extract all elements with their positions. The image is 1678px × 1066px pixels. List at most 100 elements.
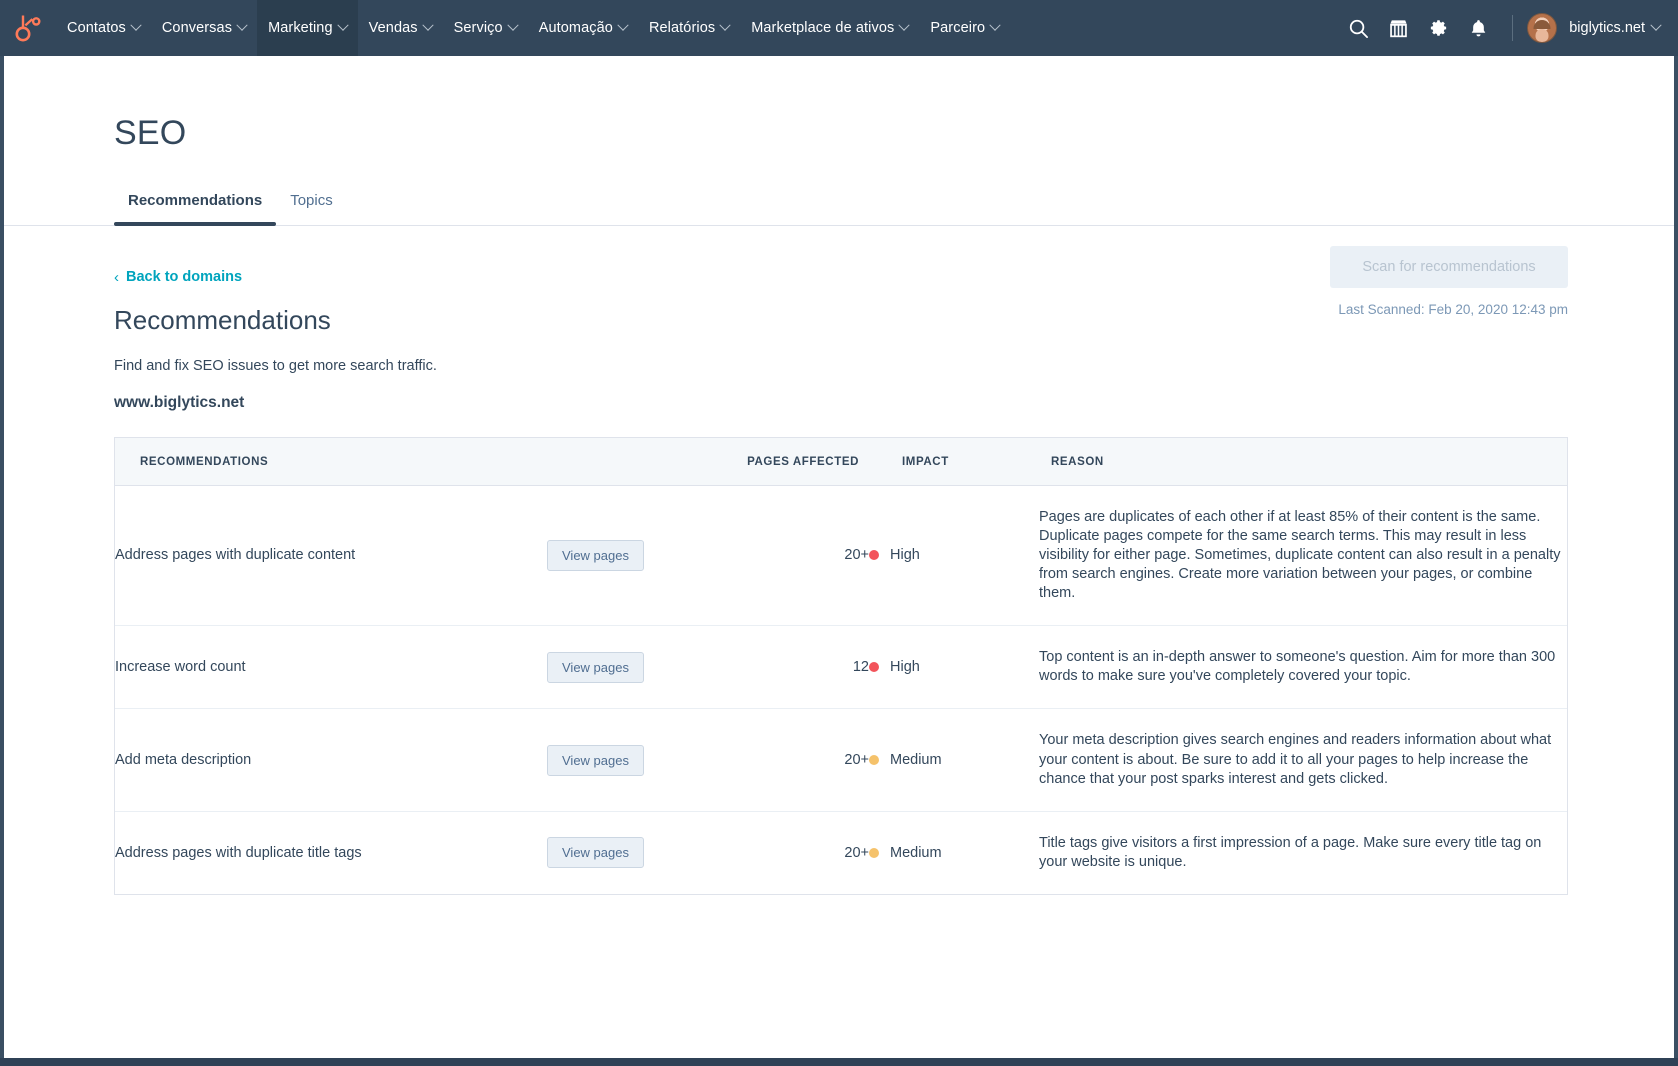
table-row: Increase word count View pages 12 High T…: [115, 626, 1567, 709]
account-name-label: biglytics.net: [1569, 20, 1645, 36]
nav-divider: [1512, 15, 1513, 41]
view-pages-button[interactable]: View pages: [547, 540, 644, 571]
table-row: Address pages with duplicate content Vie…: [115, 485, 1567, 626]
recommendation-name: Address pages with duplicate title tags: [115, 811, 547, 894]
impact-dot-icon: [869, 848, 879, 858]
nav-item-label: Marketplace de ativos: [751, 20, 894, 36]
nav-item-label: Automação: [539, 20, 613, 36]
pages-affected-value: 20+: [739, 709, 869, 811]
nav-item-label: Marketing: [268, 20, 333, 36]
table-row: Address pages with duplicate title tags …: [115, 811, 1567, 894]
impact-cell: High: [869, 485, 1039, 626]
chevron-down-icon: [422, 20, 433, 31]
table-header-row: RECOMMENDATIONS PAGES AFFECTED IMPACT RE…: [115, 438, 1567, 486]
scan-for-recommendations-button[interactable]: Scan for recommendations: [1330, 246, 1568, 288]
window-edge-bottom: [0, 1058, 1678, 1066]
search-icon[interactable]: [1338, 0, 1378, 56]
top-navigation-bar: Contatos Conversas Marketing Vendas Serv…: [0, 0, 1678, 56]
page-header: SEO Recommendations Topics: [0, 56, 1678, 226]
scan-area: Scan for recommendations Last Scanned: F…: [1148, 246, 1568, 317]
nav-item-vendas[interactable]: Vendas: [358, 0, 443, 56]
impact-dot-icon: [869, 755, 879, 765]
chevron-down-icon: [720, 20, 731, 31]
pages-affected-value: 20+: [739, 485, 869, 626]
impact-cell: Medium: [869, 811, 1039, 894]
back-to-domains-link[interactable]: ‹ Back to domains: [114, 269, 242, 285]
nav-utilities: biglytics.net: [1338, 0, 1678, 56]
nav-item-label: Relatórios: [649, 20, 715, 36]
view-pages-button[interactable]: View pages: [547, 745, 644, 776]
chevron-left-icon: ‹: [114, 270, 119, 285]
tab-label: Topics: [290, 192, 333, 209]
gear-icon[interactable]: [1418, 0, 1458, 56]
impact-label: High: [890, 547, 920, 563]
window-edge-left: [0, 56, 4, 1066]
recommendation-name: Add meta description: [115, 709, 547, 811]
recommendation-name: Address pages with duplicate content: [115, 485, 547, 626]
nav-item-marketing[interactable]: Marketing: [257, 0, 358, 56]
chevron-down-icon: [899, 20, 910, 31]
window-edge-right: [1674, 56, 1678, 1066]
view-pages-cell: View pages: [547, 626, 739, 709]
reason-text: Title tags give visitors a first impress…: [1039, 811, 1567, 894]
recommendation-name: Increase word count: [115, 626, 547, 709]
last-scanned-text: Last Scanned: Feb 20, 2020 12:43 pm: [1148, 302, 1568, 317]
nav-item-contatos[interactable]: Contatos: [56, 0, 151, 56]
pages-affected-value: 20+: [739, 811, 869, 894]
view-pages-button[interactable]: View pages: [547, 837, 644, 868]
column-header-impact: IMPACT: [869, 438, 1039, 486]
tab-label: Recommendations: [128, 192, 262, 209]
recommendations-table: RECOMMENDATIONS PAGES AFFECTED IMPACT RE…: [114, 437, 1568, 896]
tab-bar: Recommendations Topics: [0, 183, 1678, 225]
impact-label: High: [890, 659, 920, 675]
reason-text: Pages are duplicates of each other if at…: [1039, 485, 1567, 626]
main-content: Scan for recommendations Last Scanned: F…: [0, 226, 1678, 895]
nav-item-marketplace-de-ativos[interactable]: Marketplace de ativos: [740, 0, 919, 56]
nav-item-parceiro[interactable]: Parceiro: [919, 0, 1010, 56]
column-header-action: [547, 438, 739, 486]
domain-name: www.biglytics.net: [114, 394, 1678, 412]
nav-item-servico[interactable]: Serviço: [443, 0, 528, 56]
reason-text: Your meta description gives search engin…: [1039, 709, 1567, 811]
chevron-down-icon: [507, 20, 518, 31]
nav-item-label: Contatos: [67, 20, 126, 36]
view-pages-button[interactable]: View pages: [547, 652, 644, 683]
app-window: Contatos Conversas Marketing Vendas Serv…: [0, 0, 1678, 1066]
tab-topics[interactable]: Topics: [276, 183, 347, 225]
main-menu: Contatos Conversas Marketing Vendas Serv…: [56, 0, 1010, 56]
nav-item-label: Serviço: [454, 20, 503, 36]
nav-item-conversas[interactable]: Conversas: [151, 0, 257, 56]
nav-item-label: Vendas: [369, 20, 418, 36]
nav-item-automacao[interactable]: Automação: [528, 0, 638, 56]
impact-dot-icon: [869, 662, 879, 672]
impact-label: Medium: [890, 845, 942, 861]
column-header-pages-affected: PAGES AFFECTED: [739, 438, 869, 486]
back-link-label: Back to domains: [126, 269, 242, 285]
marketplace-icon[interactable]: [1378, 0, 1418, 56]
view-pages-cell: View pages: [547, 709, 739, 811]
view-pages-cell: View pages: [547, 811, 739, 894]
table-row: Add meta description View pages 20+ Medi…: [115, 709, 1567, 811]
nav-item-label: Parceiro: [930, 20, 985, 36]
chevron-down-icon: [990, 20, 1001, 31]
page-title: SEO: [0, 56, 1678, 153]
chevron-down-icon: [130, 20, 141, 31]
tab-recommendations[interactable]: Recommendations: [114, 183, 276, 225]
nav-item-relatorios[interactable]: Relatórios: [638, 0, 740, 56]
chevron-down-icon: [617, 20, 628, 31]
chevron-down-icon: [1650, 20, 1661, 31]
account-menu[interactable]: biglytics.net: [1569, 20, 1660, 36]
impact-dot-icon: [869, 550, 879, 560]
chevron-down-icon: [337, 20, 348, 31]
section-subtitle: Find and fix SEO issues to get more sear…: [114, 358, 1678, 374]
column-header-recommendations: RECOMMENDATIONS: [115, 438, 547, 486]
bell-icon[interactable]: [1458, 0, 1498, 56]
impact-label: Medium: [890, 752, 942, 768]
impact-cell: Medium: [869, 709, 1039, 811]
chevron-down-icon: [236, 20, 247, 31]
reason-text: Top content is an in-depth answer to som…: [1039, 626, 1567, 709]
hubspot-logo[interactable]: [0, 0, 56, 56]
column-header-reason: REASON: [1039, 438, 1567, 486]
avatar[interactable]: [1527, 13, 1557, 43]
nav-item-label: Conversas: [162, 20, 232, 36]
